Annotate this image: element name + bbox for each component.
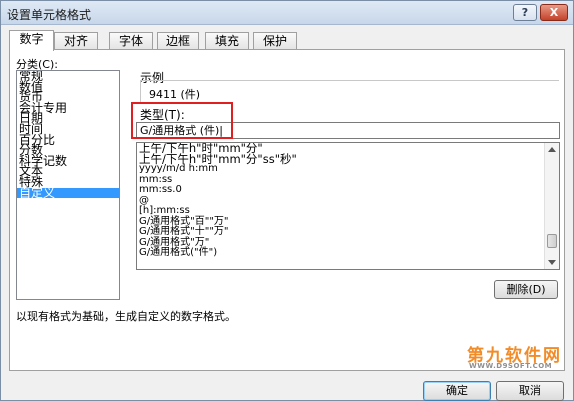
number-tab-panel: 分类(C): 常规 数值 货币 会计专用 日期 时间 百分比 分数 科学记数 文… xyxy=(9,49,565,371)
format-item[interactable]: mm:ss.0 xyxy=(137,184,559,196)
format-item[interactable]: mm:ss xyxy=(137,174,559,186)
format-item[interactable]: G/通用格式("件") xyxy=(137,247,559,259)
scroll-down-icon[interactable] xyxy=(548,260,556,265)
tab-border[interactable]: 边框 xyxy=(157,32,199,50)
category-item-custom[interactable]: 自定义 xyxy=(17,187,119,198)
tab-number[interactable]: 数字 xyxy=(9,30,54,51)
watermark-logo: 第九软件网 WWW.D9SOFT.COM xyxy=(467,341,573,371)
cancel-button[interactable]: 取消 xyxy=(496,381,564,401)
format-item[interactable]: yyyy/m/d h:mm xyxy=(137,163,559,175)
format-item[interactable]: @ xyxy=(137,195,559,207)
close-button[interactable]: X xyxy=(540,4,568,21)
sample-box: 9411 (件) xyxy=(140,80,559,102)
watermark-sub: WWW.D9SOFT.COM xyxy=(469,362,553,370)
ok-button[interactable]: 确定 xyxy=(423,381,491,401)
sample-value: 9411 (件) xyxy=(149,88,201,101)
format-list-scrollbar[interactable] xyxy=(544,143,559,269)
tab-fill[interactable]: 填充 xyxy=(205,32,249,50)
scroll-up-icon[interactable] xyxy=(548,147,556,152)
dialog-title: 设置单元格格式 xyxy=(7,8,92,22)
description-text: 以现有格式为基础，生成自定义的数字格式。 xyxy=(16,310,236,323)
tab-alignment[interactable]: 对齐 xyxy=(54,32,98,50)
delete-button[interactable]: 删除(D) xyxy=(494,280,558,299)
format-cells-dialog: 设置单元格格式 ? X 数字 对齐 字体 边框 填充 保护 分类(C): 常规 … xyxy=(0,0,574,401)
scroll-thumb[interactable] xyxy=(547,234,557,248)
type-input[interactable]: G/通用格式 (件)| xyxy=(136,122,560,139)
format-code-list[interactable]: 上午/下午h"时"mm"分" 上午/下午h"时"mm"分"ss"秒" yyyy/… xyxy=(136,142,560,270)
type-label: 类型(T): xyxy=(140,108,185,122)
help-button[interactable]: ? xyxy=(513,4,537,21)
title-bar[interactable]: 设置单元格格式 ? X xyxy=(1,1,573,25)
format-item[interactable]: [h]:mm:ss xyxy=(137,205,559,217)
category-list[interactable]: 常规 数值 货币 会计专用 日期 时间 百分比 分数 科学记数 文本 特殊 自定… xyxy=(16,70,120,300)
tab-protection[interactable]: 保护 xyxy=(253,32,297,50)
tab-font[interactable]: 字体 xyxy=(109,32,153,50)
format-item[interactable]: G/通用格式"十""万" xyxy=(137,226,559,238)
